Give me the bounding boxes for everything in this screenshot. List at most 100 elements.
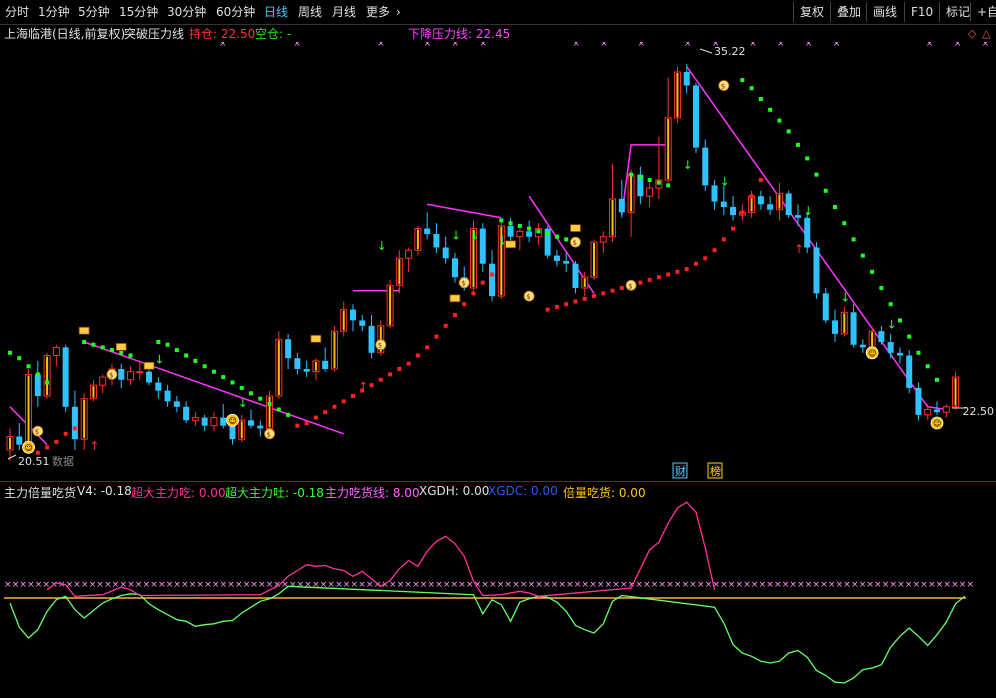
signal-x-mark: ×	[805, 42, 813, 49]
candle-body	[767, 204, 774, 210]
indicator-x-mark: ×	[150, 580, 158, 590]
money-bag-glyph: $	[461, 280, 465, 288]
indicator-x-mark: ×	[574, 580, 582, 590]
signal-x-mark: ×	[954, 42, 962, 49]
indicator-x-mark: ×	[805, 580, 813, 590]
support-dot-red	[54, 439, 59, 444]
news-badge-icon	[310, 334, 322, 343]
support-dot-green	[777, 118, 782, 123]
indicator-x-mark: ×	[913, 580, 921, 590]
support-dot-red	[675, 269, 680, 274]
indicator-x-mark: ×	[127, 580, 135, 590]
indicator-x-mark: ×	[566, 580, 574, 590]
candle-body	[62, 347, 69, 407]
buy-arrow-icon: ↓	[683, 158, 693, 172]
draw-line-button[interactable]: 画线	[866, 2, 903, 22]
indicator-x-mark: ×	[859, 580, 867, 590]
period-more[interactable]: 更多	[366, 3, 390, 21]
candle-body	[71, 406, 78, 440]
news-badge-icon	[505, 240, 516, 249]
indicator-x-mark: ×	[828, 580, 836, 590]
candle-body	[692, 85, 699, 148]
support-dot-green	[35, 372, 40, 377]
news-badge-icon	[449, 294, 461, 303]
sell-arrow-icon: ↑	[89, 439, 99, 453]
period-15min[interactable]: 15分钟	[119, 3, 158, 21]
period-daily[interactable]: 日线	[264, 3, 288, 21]
support-dot-green	[267, 402, 272, 407]
period-60min[interactable]: 60分钟	[216, 3, 255, 21]
support-dot-red	[721, 237, 726, 242]
period-weekly[interactable]: 周线	[298, 3, 322, 21]
period-fenshi[interactable]: 分时	[5, 3, 29, 21]
indicator-x-mark: ×	[143, 580, 151, 590]
smiley-icon: ☺	[226, 413, 239, 427]
candle-body	[210, 417, 218, 427]
bang-marker: 榜	[710, 464, 721, 478]
support-dot-red	[740, 210, 745, 215]
indicator-x-mark: ×	[189, 580, 197, 590]
indicator-x-mark: ×	[366, 580, 374, 590]
diamond-icon[interactable]: ◇	[968, 27, 976, 40]
indicator-x-mark: ×	[173, 580, 181, 590]
indicator-x-mark: ×	[197, 580, 205, 590]
signal-x-mark: ×	[600, 42, 608, 49]
f10-button[interactable]: F10	[904, 2, 939, 22]
support-dot-red	[480, 280, 485, 285]
support-dot-green	[527, 226, 532, 231]
money-bag-icon: $	[523, 290, 535, 302]
candle-gold-core	[240, 421, 243, 439]
candle-body	[850, 312, 857, 345]
candle-body	[906, 355, 913, 388]
candlestick-chart[interactable]: × × × × × × × × × × × × × × × × × ×↓↓ ↓ ↓↓↓↓↓↓↓↓↑↑↑☺☺☺☺$$$$…	[0, 42, 996, 480]
indicator-x-mark: ×	[451, 580, 459, 590]
chevron-right-icon[interactable]: ›	[396, 3, 401, 21]
support-dot-green	[508, 221, 513, 226]
indicator-x-mark: ×	[582, 580, 590, 590]
period-5min[interactable]: 5分钟	[78, 3, 110, 21]
support-dot-red	[601, 291, 606, 296]
support-dot-green	[184, 353, 189, 358]
support-dot-green	[221, 375, 226, 380]
support-dot-red	[545, 307, 550, 312]
support-dot-green	[564, 237, 569, 242]
indicator-x-mark: ×	[697, 580, 705, 590]
support-dot-green	[286, 412, 291, 417]
indicator-title-bar: 主力倍量吃货 V4: -0.18 超大主力吃: 0.00 超大主力吐: -0.1…	[0, 481, 996, 500]
indicator-x-mark: ×	[235, 580, 243, 590]
support-dot-red	[610, 288, 615, 293]
period-30min[interactable]: 30分钟	[167, 3, 206, 21]
support-dot-green	[17, 356, 22, 361]
candle-gold-core	[611, 199, 614, 236]
support-dot-red	[434, 334, 439, 339]
support-dot-red	[304, 421, 309, 425]
indicator-x-mark: ×	[420, 580, 428, 590]
candle-body	[822, 293, 829, 321]
candle-body	[942, 406, 950, 413]
support-dot-green	[925, 364, 930, 369]
indicator-x-mark: ×	[166, 580, 174, 590]
indicator-x-mark: ×	[851, 580, 859, 590]
news-badge-icon	[78, 326, 90, 335]
empty-label: 空仓: -	[255, 27, 292, 41]
signal-x-mark: ×	[572, 42, 580, 49]
custom-button[interactable]: +自	[970, 2, 996, 22]
support-dot-red	[332, 404, 337, 409]
money-bag-icon: $	[32, 425, 44, 437]
indicator-x-mark: ×	[89, 580, 97, 590]
indicator-chart[interactable]: × × × × × × × × × × × × × × × × × × × × × × × × × × × × × × × × × × × × × × × ×…	[0, 498, 996, 698]
resistance-line	[426, 203, 502, 219]
indicator-x-mark: ×	[204, 580, 212, 590]
smiley-glyph: ☺	[933, 419, 941, 428]
triangle-up-icon[interactable]: △	[982, 27, 990, 40]
indicator-x-mark: ×	[689, 580, 697, 590]
candle-body	[572, 263, 579, 288]
money-bag-glyph: $	[526, 293, 530, 301]
support-dot-red	[462, 302, 467, 307]
signal-x-mark: ×	[293, 42, 301, 49]
overlay-button[interactable]: 叠加	[830, 2, 867, 22]
period-1min[interactable]: 1分钟	[38, 3, 70, 21]
fuquan-button[interactable]: 复权	[793, 2, 830, 22]
period-monthly[interactable]: 月线	[332, 3, 356, 21]
candle-gold-core	[871, 332, 874, 347]
